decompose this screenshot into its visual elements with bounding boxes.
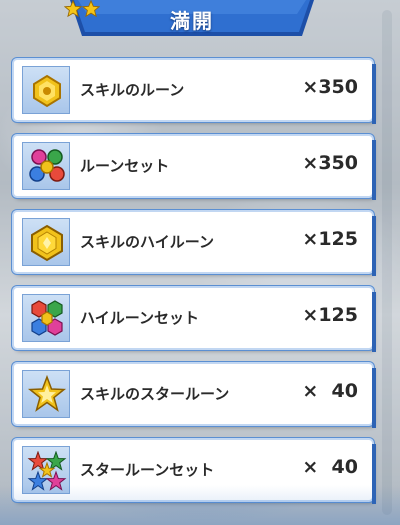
- item-name: スキルのルーン: [80, 81, 185, 99]
- reward-row: スキルのルーン ×350: [14, 60, 376, 124]
- skill-star-rune-icon: [22, 370, 70, 418]
- item-quantity: × 40: [302, 380, 358, 402]
- item-quantity: ×350: [302, 76, 358, 98]
- gold-star-icon: [64, 0, 82, 18]
- high-rune-set-icon: [22, 294, 70, 342]
- skill-rune-icon: [22, 66, 70, 114]
- skill-high-rune-icon: [22, 218, 70, 266]
- title-banner: 満開: [64, 0, 320, 38]
- scrollbar[interactable]: [382, 10, 392, 515]
- item-name: スキルのハイルーン: [80, 233, 214, 251]
- reward-row: ルーンセット ×350: [14, 136, 376, 200]
- bottom-glow: [0, 485, 400, 525]
- reward-list: スキルのルーン ×350 ルーンセット ×350 スキルのハイルーン ×125: [14, 60, 376, 516]
- rune-set-icon: [22, 142, 70, 190]
- item-name: ハイルーンセット: [80, 309, 199, 327]
- item-quantity: ×125: [302, 304, 358, 326]
- item-name: スキルのスタールーン: [80, 385, 230, 403]
- banner-title: 満開: [170, 9, 214, 33]
- reward-row: スキルのハイルーン ×125: [14, 212, 376, 276]
- reward-row: スキルのスタールーン × 40: [14, 364, 376, 428]
- item-name: スタールーンセット: [80, 461, 215, 479]
- item-quantity: × 40: [302, 456, 358, 478]
- item-quantity: ×350: [302, 152, 358, 174]
- item-name: ルーンセット: [80, 157, 170, 175]
- reward-row: ハイルーンセット ×125: [14, 288, 376, 352]
- item-quantity: ×125: [302, 228, 358, 250]
